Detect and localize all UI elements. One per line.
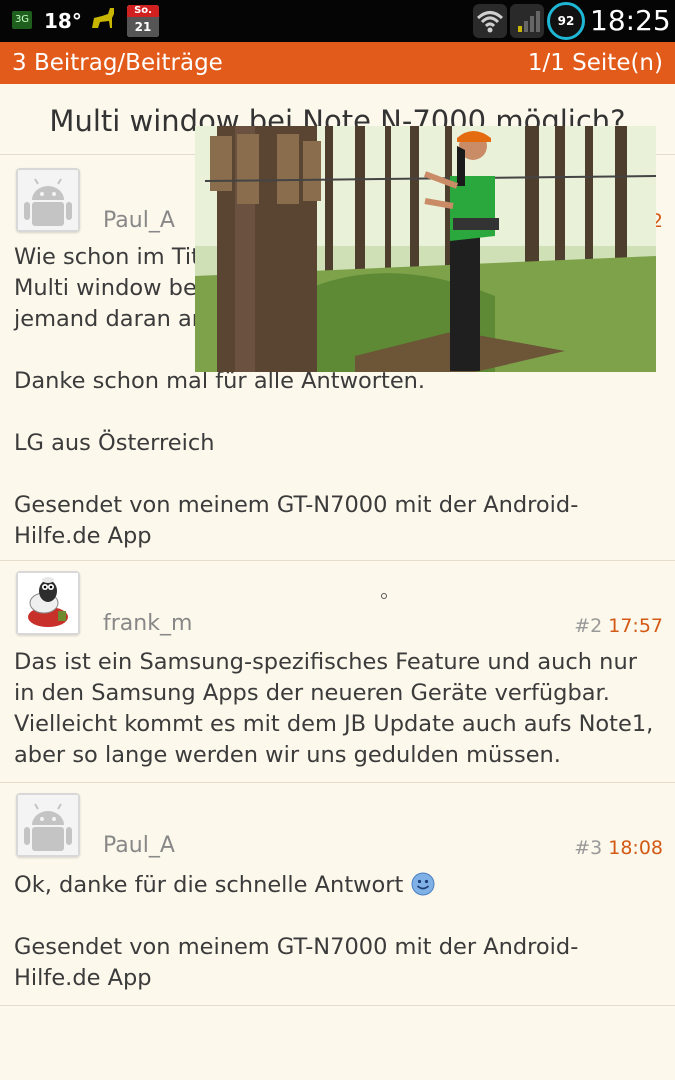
smiley-icon [411,872,435,896]
battery-icon: 92 [547,2,585,40]
post-meta: #2 17:57 [574,615,663,637]
android-robot-icon [18,170,78,230]
calendar-date: 21 [127,17,159,37]
floating-photo-window[interactable] [195,126,656,372]
network-type-icon: 3G [12,11,32,29]
post-text-paragraph: LG aus Österreich [14,430,215,456]
post-body: Ok, danke für die schnelle Antwort Gesen… [14,870,664,994]
photo-image [195,126,656,372]
post-text-paragraph: Ok, danke für die schnelle Antwort [14,870,664,901]
post-meta: #3 18:08 [574,837,663,859]
page-indicator[interactable]: 1/1 Seite(n) [528,42,663,84]
post-count: 3 Beitrag/Beiträge [12,50,223,76]
battery-level: 92 [557,14,575,28]
post-signature: Gesendet von meinem GT-N7000 mit der And… [14,492,579,549]
post-text-paragraph: Das ist ein Samsung-spezifisches Feature… [14,649,654,768]
post-text: Ok, danke für die schnelle Antwort [14,872,404,898]
post-2: frank_m #2 17:57 Das ist ein Samsung-spez… [0,561,675,783]
thread-header-bar: 3 Beitrag/Beiträge 1/1 Seite(n) [0,42,675,84]
android-robot-icon [18,795,78,855]
sheep-cartoon-icon [18,573,78,633]
calendar-day: So. [127,5,159,17]
avatar[interactable] [16,571,80,635]
wifi-icon [473,4,507,38]
post-time: 18:08 [608,837,663,859]
avatar[interactable] [16,793,80,857]
clock: 18:25 [590,4,671,37]
post-author[interactable]: Paul_A [103,208,175,233]
signal-icon [510,4,544,38]
post-3: Paul_A #3 18:08 Ok, danke für die schnell… [0,783,675,1006]
dot-mark [381,593,387,599]
post-body: Das ist ein Samsung-spezifisches Feature… [14,647,664,771]
status-bar: 3G 18° So. 21 92 18:25 [0,0,675,42]
post-number: #3 [574,837,603,859]
avatar[interactable] [16,168,80,232]
calendar-icon: So. 21 [127,5,159,37]
post-signature: Gesendet von meinem GT-N7000 mit der And… [14,934,579,991]
post-number: #2 [574,615,603,637]
temperature: 18° [44,9,82,33]
llama-icon [88,6,120,36]
post-author[interactable]: frank_m [103,611,192,636]
post-time: 17:57 [608,615,663,637]
post-author[interactable]: Paul_A [103,833,175,858]
